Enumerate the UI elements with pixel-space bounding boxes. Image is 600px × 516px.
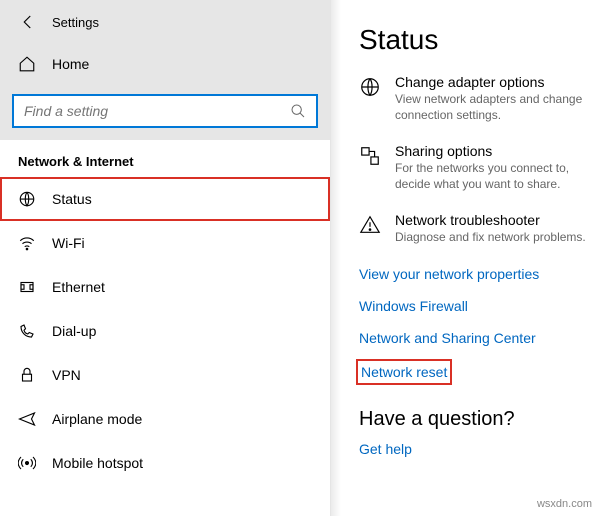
watermark: wsxdn.com	[537, 498, 592, 510]
page-title: Status	[359, 24, 600, 56]
ethernet-icon	[18, 278, 36, 296]
globe-icon	[18, 190, 36, 208]
option-desc: Diagnose and fix network problems.	[395, 230, 586, 246]
search-input[interactable]	[24, 103, 290, 119]
nav-list: Status Wi-Fi Ethernet Dial-up	[0, 177, 330, 485]
sidebar-item-label: VPN	[52, 367, 81, 383]
sidebar-item-hotspot[interactable]: Mobile hotspot	[0, 441, 330, 485]
back-arrow-icon	[19, 13, 37, 31]
link-get-help[interactable]: Get help	[359, 441, 600, 457]
wifi-icon	[18, 234, 36, 252]
option-title: Change adapter options	[395, 74, 600, 90]
sidebar-item-label: Status	[52, 191, 92, 207]
vpn-icon	[18, 366, 36, 384]
airplane-icon	[18, 410, 36, 428]
option-title: Network troubleshooter	[395, 212, 586, 228]
sidebar-item-status[interactable]: Status	[0, 177, 330, 221]
option-title: Sharing options	[395, 143, 600, 159]
content-panel: Status Change adapter options View netwo…	[330, 0, 600, 516]
home-row[interactable]: Home	[0, 44, 330, 84]
back-button[interactable]	[8, 0, 48, 44]
link-properties[interactable]: View your network properties	[359, 266, 600, 282]
home-icon	[18, 55, 36, 73]
sidebar-item-vpn[interactable]: VPN	[0, 353, 330, 397]
option-adapter[interactable]: Change adapter options View network adap…	[359, 74, 600, 123]
warning-icon	[359, 214, 381, 236]
sidebar-item-ethernet[interactable]: Ethernet	[0, 265, 330, 309]
phone-icon	[18, 322, 36, 340]
option-troubleshooter[interactable]: Network troubleshooter Diagnose and fix …	[359, 212, 600, 246]
option-desc: For the networks you connect to, decide …	[395, 161, 600, 192]
option-desc: View network adapters and change connect…	[395, 92, 600, 123]
sharing-icon	[359, 145, 381, 167]
link-sharing-center[interactable]: Network and Sharing Center	[359, 330, 600, 346]
adapter-icon	[359, 76, 381, 98]
home-label: Home	[52, 56, 89, 72]
sidebar-item-airplane[interactable]: Airplane mode	[0, 397, 330, 441]
sidebar-item-label: Airplane mode	[52, 411, 142, 427]
search-box[interactable]	[12, 94, 318, 128]
sidebar-item-label: Mobile hotspot	[52, 455, 143, 471]
sidebar: Settings Home Network & Internet Status	[0, 0, 330, 516]
link-network-reset[interactable]: Network reset	[359, 362, 449, 382]
sidebar-item-dialup[interactable]: Dial-up	[0, 309, 330, 353]
link-firewall[interactable]: Windows Firewall	[359, 298, 600, 314]
section-title: Network & Internet	[0, 140, 330, 177]
sidebar-item-label: Wi-Fi	[52, 235, 85, 251]
option-sharing[interactable]: Sharing options For the networks you con…	[359, 143, 600, 192]
app-title: Settings	[52, 15, 99, 30]
settings-app: Settings Home Network & Internet Status	[0, 0, 600, 516]
titlebar: Settings	[0, 0, 330, 44]
search-wrap	[0, 84, 330, 140]
question-heading: Have a question?	[359, 408, 600, 431]
search-icon	[290, 103, 306, 119]
sidebar-item-label: Dial-up	[52, 323, 96, 339]
sidebar-item-wifi[interactable]: Wi-Fi	[0, 221, 330, 265]
sidebar-item-label: Ethernet	[52, 279, 105, 295]
hotspot-icon	[18, 454, 36, 472]
